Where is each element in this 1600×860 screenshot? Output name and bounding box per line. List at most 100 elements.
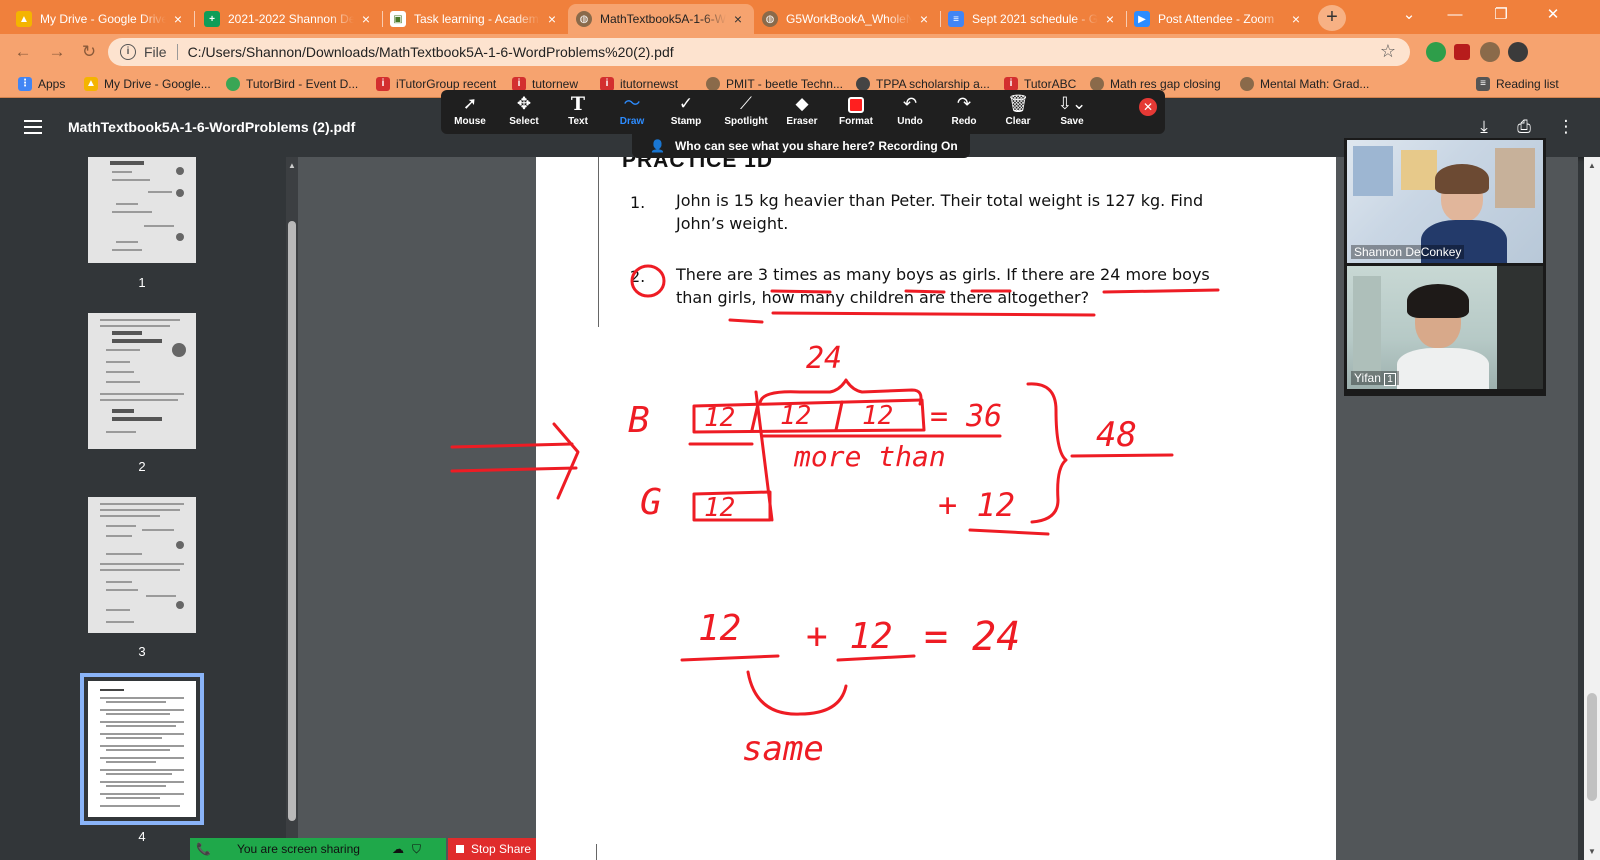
tool-spotlight[interactable]: ⟋ Spotlight xyxy=(715,92,777,132)
close-icon[interactable]: × xyxy=(1288,11,1304,27)
tool-eraser[interactable]: ◆ Eraser xyxy=(775,92,829,132)
wall xyxy=(1353,276,1381,376)
tool-text[interactable]: T Text xyxy=(551,92,605,132)
ublock-icon[interactable] xyxy=(1454,44,1470,60)
new-tab-button[interactable]: + xyxy=(1318,5,1346,31)
question-line: than girls, how many children are there … xyxy=(676,288,1090,307)
bookmark-label: itutornewst xyxy=(620,77,679,91)
itutor-icon: i xyxy=(512,77,526,91)
reload-icon[interactable]: ↻ xyxy=(76,40,102,64)
window-close-icon[interactable]: ✕ xyxy=(1530,0,1576,34)
scroll-up-icon[interactable]: ▲ xyxy=(1584,161,1600,170)
scroll-down-icon[interactable]: ▼ xyxy=(1584,847,1600,856)
video-tile-student[interactable]: Yifan 1 xyxy=(1347,266,1543,389)
profile-avatar[interactable] xyxy=(1508,42,1528,62)
close-icon[interactable]: × xyxy=(1102,11,1118,27)
url-bar[interactable]: i File C:/Users/Shannon/Downloads/MathTe… xyxy=(108,38,1410,66)
share-notice-banner[interactable]: 👤 Who can see what you share here? Recor… xyxy=(632,134,970,158)
page-thumbnail-1[interactable] xyxy=(88,157,196,263)
tool-redo[interactable]: ↷ Redo xyxy=(937,92,991,132)
tool-label: Undo xyxy=(897,116,923,127)
tool-undo[interactable]: ↶ Undo xyxy=(883,92,937,132)
participant-badge: 1 xyxy=(1384,373,1396,386)
url-text: C:/Users/Shannon/Downloads/MathTextbook5… xyxy=(187,44,674,60)
download-icon[interactable]: ⤓ xyxy=(1472,117,1496,137)
tool-mouse[interactable]: ➚ Mouse xyxy=(443,92,497,132)
stop-icon xyxy=(456,845,464,853)
close-icon[interactable]: × xyxy=(358,11,374,27)
bookmark-label: Apps xyxy=(38,77,66,91)
close-annotation-icon[interactable]: ✕ xyxy=(1139,98,1157,116)
tool-label: Select xyxy=(509,116,539,127)
back-arrow-icon[interactable]: ← xyxy=(10,40,36,64)
bookmark-tutorbird[interactable]: TutorBird - Event D... xyxy=(226,75,358,93)
docs-icon: ≡ xyxy=(948,11,964,27)
participant-name: Shannon DeConkey xyxy=(1351,245,1465,259)
close-icon[interactable]: × xyxy=(170,11,186,27)
google-drive-icon: ▲ xyxy=(84,77,98,91)
bookmark-mental-math[interactable]: Mental Math: Grad... xyxy=(1240,75,1369,93)
tab-math-textbook[interactable]: ◍ MathTextbook5A-1-6-WordProblems × xyxy=(568,4,754,34)
extension-icon[interactable] xyxy=(1426,42,1446,62)
screen-sharing-bar[interactable]: 📞 You are screen sharing ☁ ⛉ xyxy=(190,838,446,860)
tab-g5-workbook[interactable]: ◍ G5WorkBookA_WholeNumbers × xyxy=(754,4,940,34)
tab-my-drive[interactable]: ▲ My Drive - Google Drive × xyxy=(8,4,194,34)
margin-line xyxy=(598,157,599,327)
bookmark-my-drive[interactable]: ▲ My Drive - Google... xyxy=(84,75,211,93)
tool-stamp[interactable]: ✓ Stamp xyxy=(659,92,713,132)
sidebar-scrollbar[interactable]: ▲ xyxy=(286,157,298,847)
tool-label: Eraser xyxy=(786,116,818,127)
bookmark-apps[interactable]: ⋮ Apps xyxy=(18,75,65,93)
share-notice-text: Who can see what you share here? Recordi… xyxy=(674,139,958,153)
globe-icon xyxy=(706,77,720,91)
tool-clear[interactable]: 🗑 Clear xyxy=(991,92,1045,132)
url-scheme: File xyxy=(144,44,167,60)
puzzle-extensions-icon[interactable] xyxy=(1480,42,1500,62)
tab-title: MathTextbook5A-1-6-WordProblems xyxy=(600,12,726,26)
tab-zoom-attendee[interactable]: ▶ Post Attendee - Zoom × xyxy=(1126,4,1312,34)
tab-sept-schedule[interactable]: ≡ Sept 2021 schedule - Google Docs × xyxy=(940,4,1126,34)
scroll-up-icon[interactable]: ▲ xyxy=(287,161,297,170)
bookmark-label: TutorABC xyxy=(1024,77,1077,91)
itutor-icon: i xyxy=(376,77,390,91)
tool-label: Spotlight xyxy=(724,116,768,127)
page-thumbnail-4[interactable] xyxy=(80,673,204,825)
minimize-icon[interactable]: — xyxy=(1432,0,1478,34)
more-vert-icon[interactable]: ⋮ xyxy=(1554,117,1578,137)
restore-icon[interactable]: ❐ xyxy=(1478,0,1524,34)
tool-format[interactable]: Format xyxy=(829,92,883,132)
tool-label: Stamp xyxy=(670,116,702,127)
menu-icon[interactable] xyxy=(24,120,42,134)
eraser-icon: ◆ xyxy=(795,94,809,113)
tutorbird-icon xyxy=(226,77,240,91)
close-icon[interactable]: × xyxy=(730,11,746,27)
question-line: John’s weight. xyxy=(676,214,789,233)
close-icon[interactable]: × xyxy=(916,11,932,27)
tab-task-learning[interactable]: ▣ Task learning - Academy × xyxy=(382,4,568,34)
bookmark-star-icon[interactable]: ☆ xyxy=(1380,41,1396,62)
question-1-text: John is 15 kg heavier than Peter. Their … xyxy=(676,189,1203,235)
tool-select[interactable]: ✥ Select xyxy=(497,92,551,132)
tab-search-icon[interactable]: ⌄ xyxy=(1386,0,1432,34)
stop-share-button[interactable]: Stop Share xyxy=(448,838,536,860)
wall-poster xyxy=(1495,148,1535,208)
scrollbar-thumb[interactable] xyxy=(288,221,296,821)
itutor-icon: i xyxy=(1004,77,1018,91)
pdf-filename: MathTextbook5A-1-6-WordProblems (2).pdf xyxy=(68,119,356,135)
print-icon[interactable]: ⎙ xyxy=(1512,117,1536,137)
tool-save[interactable]: ⇩⌄ Save xyxy=(1045,92,1099,132)
sharing-text: You are screen sharing xyxy=(236,842,360,856)
close-icon[interactable]: × xyxy=(544,11,560,27)
tab-2021-2022[interactable]: + 2021-2022 Shannon DeConkey × xyxy=(196,4,382,34)
video-tile-host[interactable]: Shannon DeConkey xyxy=(1347,140,1543,263)
page-thumbnail-2[interactable] xyxy=(88,313,196,449)
forward-arrow-icon[interactable]: → xyxy=(44,40,70,64)
scrollbar-thumb[interactable] xyxy=(1587,693,1597,801)
page-thumbnail-3[interactable] xyxy=(88,497,196,633)
info-icon[interactable]: i xyxy=(120,44,136,60)
wall-poster xyxy=(1353,146,1393,196)
tool-draw[interactable]: 〜 Draw xyxy=(605,92,659,132)
document-scrollbar[interactable]: ▲ ▼ xyxy=(1584,157,1600,860)
bookmark-reading-list[interactable]: ≡ Reading list xyxy=(1476,75,1559,93)
tool-label: Format xyxy=(839,116,873,127)
